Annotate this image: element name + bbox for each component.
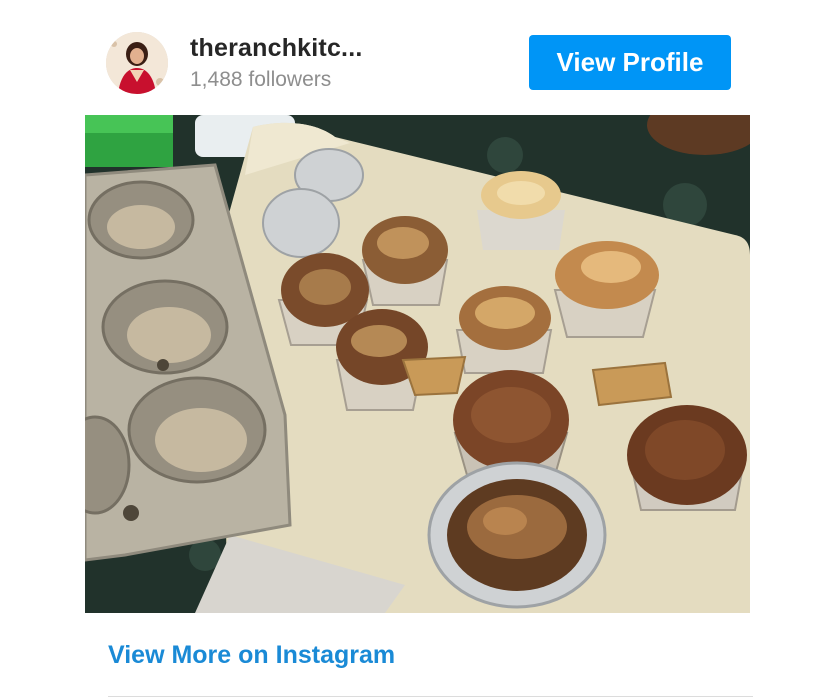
- muffins-photo: [85, 115, 750, 613]
- avatar-image: [106, 32, 168, 94]
- username[interactable]: theranchkitc...: [190, 34, 363, 63]
- avatar[interactable]: [106, 32, 168, 94]
- view-more-on-instagram-link[interactable]: View More on Instagram: [108, 641, 395, 670]
- post-image[interactable]: [85, 115, 750, 613]
- post-header: theranchkitc... 1,488 followers View Pro…: [0, 0, 835, 115]
- view-profile-button[interactable]: View Profile: [529, 35, 731, 90]
- divider: [108, 696, 753, 697]
- follower-count: 1,488 followers: [190, 68, 332, 91]
